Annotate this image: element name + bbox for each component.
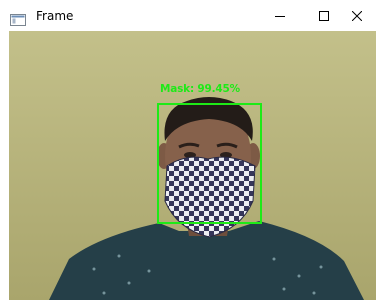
close-button[interactable] xyxy=(337,0,376,31)
title-bar[interactable]: Frame xyxy=(0,0,376,31)
maximize-icon xyxy=(319,6,329,25)
frame-window-icon xyxy=(10,11,26,26)
window-title: Frame xyxy=(36,9,74,23)
detection-label: Mask: 99.45% xyxy=(160,83,240,95)
video-frame: Mask: 99.45% xyxy=(9,31,376,300)
close-icon xyxy=(351,6,362,25)
minimize-button[interactable] xyxy=(258,0,302,31)
minimize-icon xyxy=(275,6,285,25)
detection-box xyxy=(157,103,262,224)
frame-window: Frame Mask: 99.45% xyxy=(0,0,376,300)
